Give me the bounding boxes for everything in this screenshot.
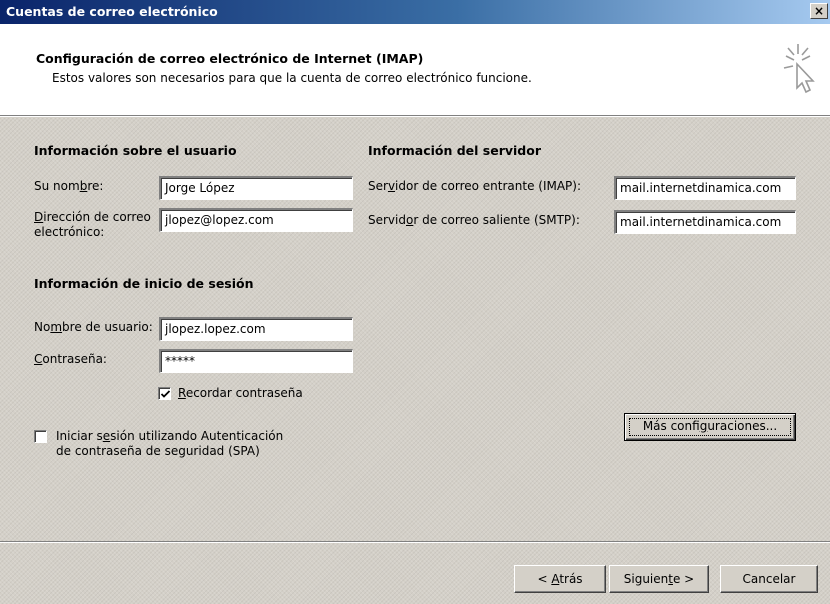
outgoing-server-field[interactable]: mail.internetdinamica.com (614, 210, 796, 234)
wizard-cursor-icon (783, 44, 815, 94)
spa-checkbox[interactable] (34, 430, 47, 443)
username-field[interactable]: jlopez.lopez.com (159, 317, 353, 341)
wizard-header: Configuración de correo electrónico de I… (0, 24, 830, 117)
remember-password-label[interactable]: Recordar contraseña (178, 386, 303, 401)
login-info-heading: Información de inicio de sesión (34, 276, 254, 291)
password-label: Contraseña: (34, 352, 107, 366)
close-icon: × (813, 4, 825, 18)
window-title: Cuentas de correo electrónico (6, 4, 218, 19)
header-subtitle: Estos valores son necesarios para que la… (52, 71, 532, 85)
email-label: Dirección de correo electrónico: (34, 210, 151, 239)
checkmark-icon (160, 390, 171, 398)
email-field[interactable]: jlopez@lopez.com (159, 208, 353, 232)
user-info-heading: Información sobre el usuario (34, 143, 237, 158)
server-info-heading: Información del servidor (368, 143, 542, 158)
username-label: Nombre de usuario: (34, 320, 153, 334)
title-bar: Cuentas de correo electrónico × (0, 0, 830, 24)
cancel-button[interactable]: Cancelar (720, 565, 818, 593)
incoming-server-label: Servidor de correo entrante (IMAP): (368, 179, 582, 193)
back-button[interactable]: < Atrás (514, 565, 606, 593)
wizard-footer: < Atrás Siguiente > Cancelar (0, 543, 830, 604)
spa-label[interactable]: Iniciar sesión utilizando Autenticación … (56, 429, 283, 459)
header-title: Configuración de correo electrónico de I… (36, 51, 424, 66)
next-button[interactable]: Siguiente > (609, 565, 709, 593)
incoming-server-field[interactable]: mail.internetdinamica.com (614, 176, 796, 200)
wizard-body: Información sobre el usuario Su nombre: … (0, 118, 830, 541)
password-field[interactable]: ***** (159, 349, 353, 373)
outgoing-server-label: Servidor de correo saliente (SMTP): (368, 213, 580, 227)
name-label: Su nombre: (34, 179, 104, 193)
name-field[interactable]: Jorge López (159, 176, 353, 200)
close-button[interactable]: × (810, 3, 828, 19)
more-settings-button[interactable]: Más configuraciones... (624, 413, 796, 441)
remember-password-checkbox[interactable] (158, 387, 171, 400)
focus-rectangle (629, 418, 791, 436)
